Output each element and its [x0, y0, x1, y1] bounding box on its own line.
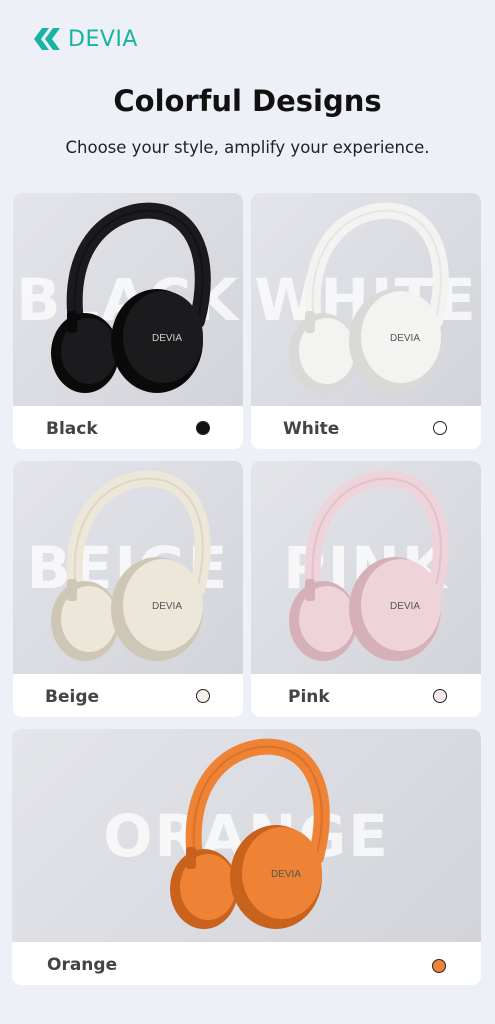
color-card-pink[interactable]: PINK DEVIA Pink	[251, 461, 481, 717]
brand-name: DEVIA	[68, 26, 138, 52]
color-swatch-pink[interactable]	[433, 689, 447, 703]
color-label: White	[283, 419, 340, 439]
color-label: Black	[46, 419, 98, 439]
color-swatch-orange[interactable]	[432, 959, 446, 973]
headphone-logo-text: DEVIA	[152, 333, 182, 344]
color-label: Orange	[47, 955, 118, 975]
color-card-beige[interactable]: BEIGE DEVIA Beige	[13, 461, 243, 717]
color-swatch-beige[interactable]	[196, 689, 210, 703]
page-subtitle: Choose your style, amplify your experien…	[65, 138, 430, 157]
color-swatch-black[interactable]	[196, 421, 210, 435]
headphone-image: DEVIA	[51, 470, 211, 661]
color-swatch-white[interactable]	[433, 421, 447, 435]
color-card-orange[interactable]: ORANGE DEVIA Orange	[12, 729, 481, 985]
headphone-logo-text: DEVIA	[390, 601, 420, 612]
color-label: Pink	[288, 687, 330, 707]
headphone-image: DEVIA	[51, 202, 211, 393]
headphone-logo-text: DEVIA	[152, 601, 182, 612]
headphone-image: DEVIA	[289, 470, 449, 661]
color-card-black[interactable]: BLACK DEVIA Black	[13, 193, 243, 449]
headphone-image: DEVIA	[289, 202, 449, 393]
page-title: Colorful Designs	[113, 84, 382, 118]
brand-logo: DEVIA	[32, 26, 138, 52]
headphone-logo-text: DEVIA	[390, 333, 420, 344]
color-card-white[interactable]: WHITE DEVIA White	[251, 193, 481, 449]
devia-logo-icon	[34, 28, 60, 50]
color-label: Beige	[45, 687, 100, 707]
product-photo: BEIGE DEVIA	[13, 461, 243, 674]
headphone-image: DEVIA	[169, 738, 330, 929]
product-photo: PINK DEVIA	[251, 461, 481, 674]
product-photo: ORANGE DEVIA	[12, 729, 481, 942]
product-photo: WHITE DEVIA	[251, 193, 481, 406]
product-photo: BLACK DEVIA	[13, 193, 243, 406]
headphone-logo-text: DEVIA	[270, 869, 300, 880]
